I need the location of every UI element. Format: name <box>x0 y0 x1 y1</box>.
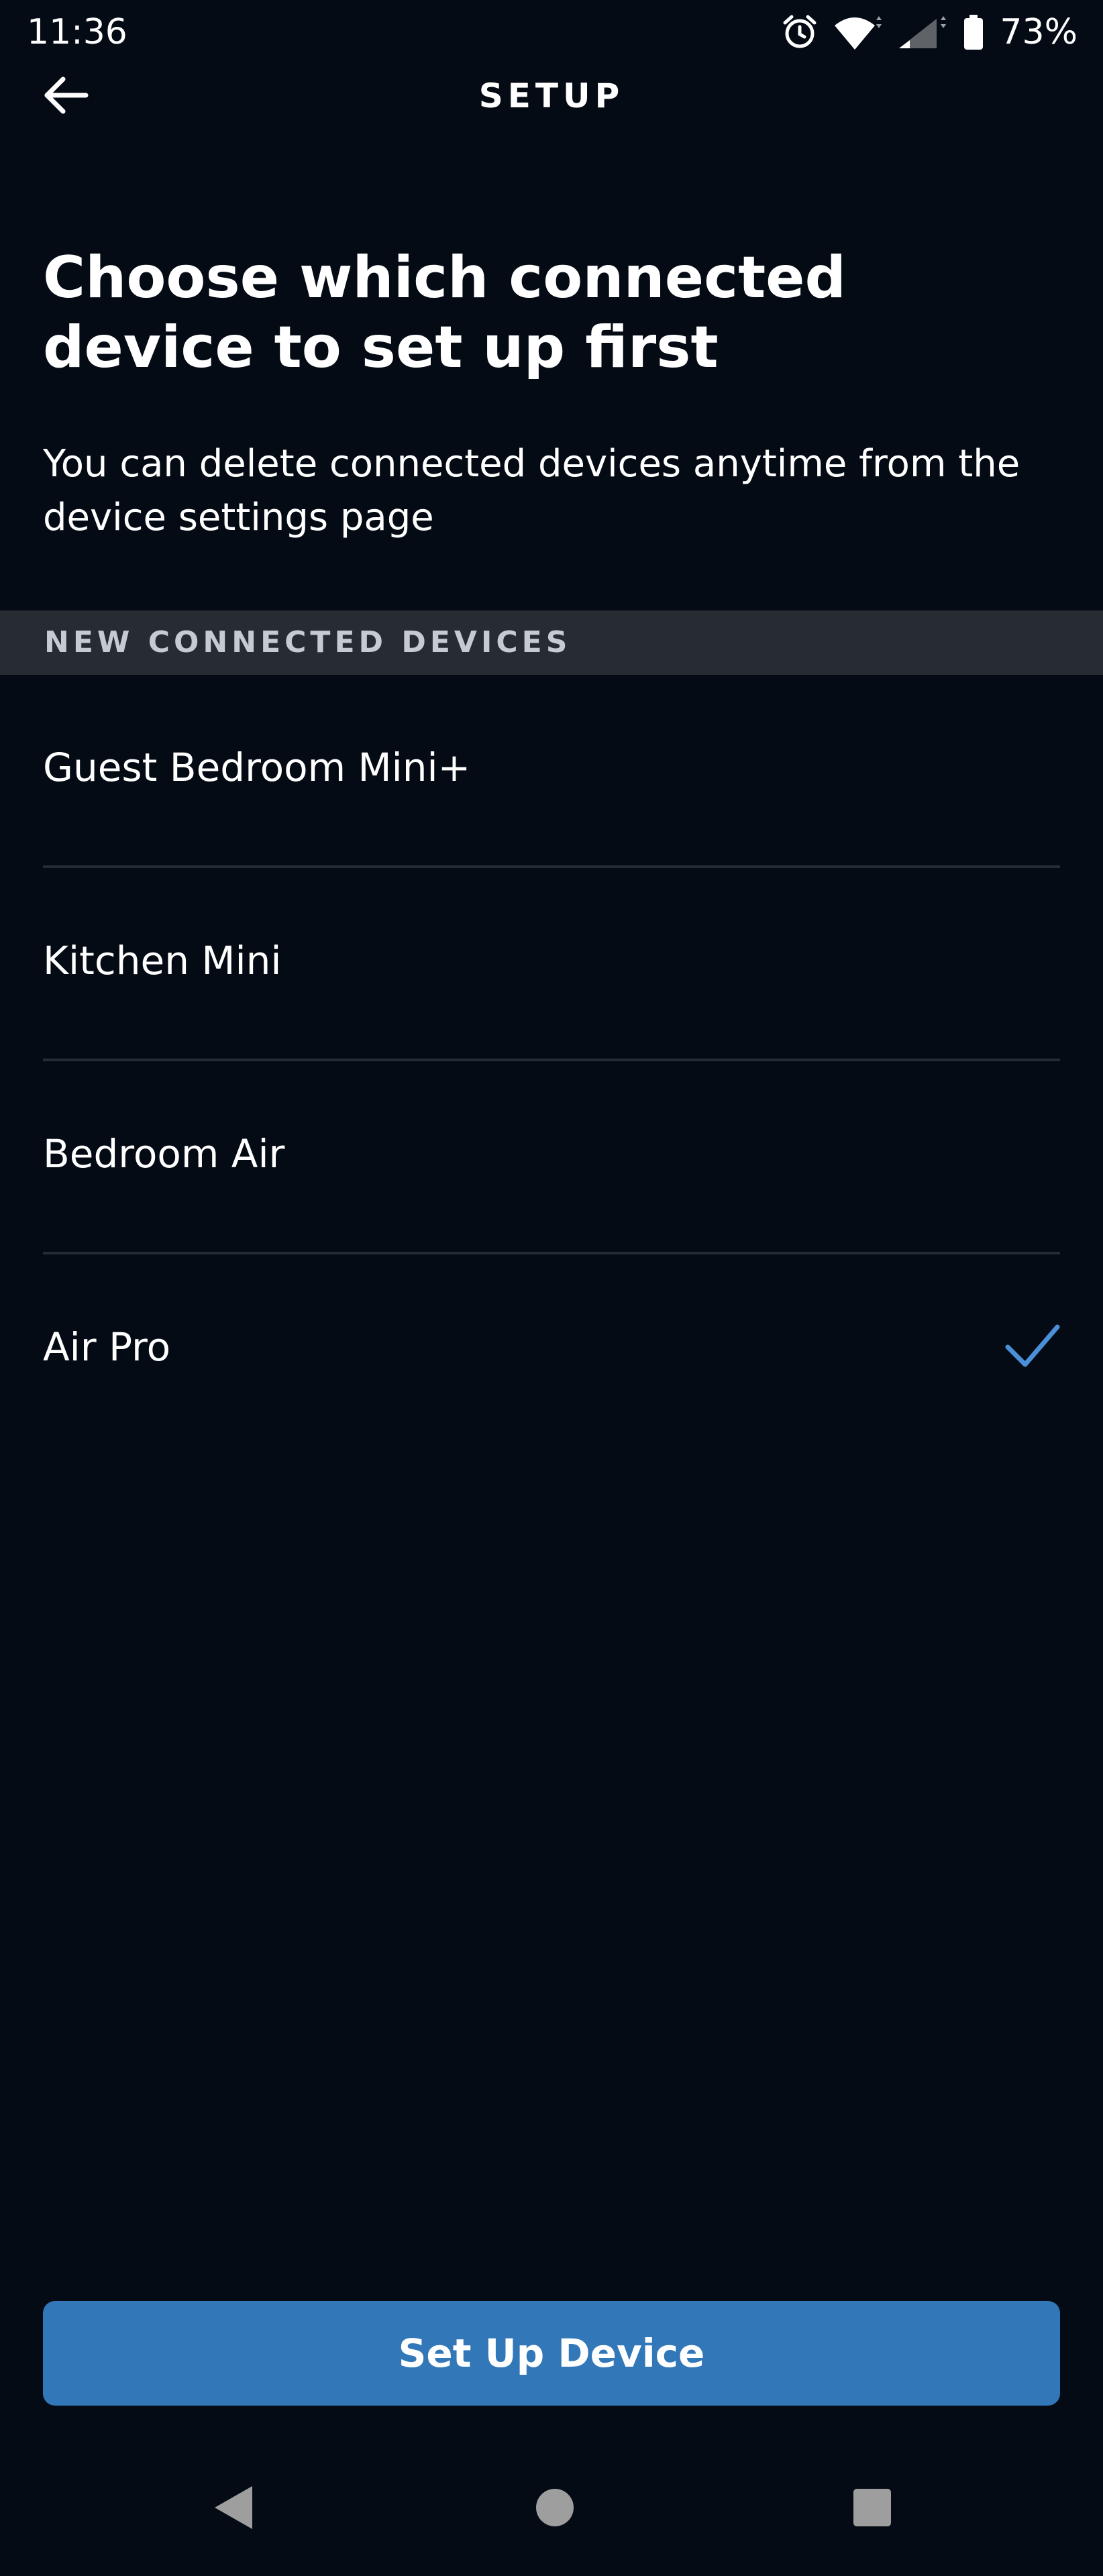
signal-icon <box>896 13 947 51</box>
list-item-selected[interactable]: Air Pro <box>0 1254 1103 1448</box>
status-bar: 11:36 73% <box>0 0 1103 66</box>
nav-recents-icon <box>852 2487 892 2530</box>
wifi-icon <box>833 13 882 51</box>
device-label: Bedroom Air <box>43 1131 285 1177</box>
section-header: NEW CONNECTED DEVICES <box>0 610 1103 675</box>
list-item[interactable]: Bedroom Air <box>0 1061 1103 1254</box>
device-label: Guest Bedroom Mini+ <box>43 745 471 790</box>
page-header-title: SETUP <box>478 76 625 115</box>
page-heading: Choose which connected device to set up … <box>43 244 847 381</box>
system-nav-bar <box>0 2428 1103 2576</box>
status-time: 11:36 <box>27 12 127 52</box>
back-button[interactable] <box>42 70 109 123</box>
battery-icon <box>962 13 985 51</box>
section-header-label: NEW CONNECTED DEVICES <box>44 625 572 659</box>
status-icons: 73% <box>781 11 1078 54</box>
list-item[interactable]: Kitchen Mini <box>0 868 1103 1061</box>
device-list: Guest Bedroom Mini+ Kitchen Mini Bedroom… <box>0 675 1103 1448</box>
battery-percent: 73% <box>1000 12 1078 52</box>
nav-home-button[interactable] <box>515 2469 595 2549</box>
list-item[interactable]: Guest Bedroom Mini+ <box>0 675 1103 868</box>
device-label: Kitchen Mini <box>43 938 282 983</box>
device-label: Air Pro <box>43 1324 171 1370</box>
set-up-device-button[interactable]: Set Up Device <box>43 2301 1060 2406</box>
nav-back-button[interactable] <box>193 2469 274 2549</box>
nav-home-icon <box>535 2487 575 2530</box>
alarm-icon <box>781 13 819 51</box>
page-subtitle: You can delete connected devices anytime… <box>43 442 1020 539</box>
checkmark-icon <box>1004 1322 1061 1373</box>
nav-recents-button[interactable] <box>832 2469 912 2549</box>
app-bar: SETUP <box>0 66 1103 126</box>
nav-back-icon <box>212 2485 255 2533</box>
arrow-left-icon <box>42 75 90 118</box>
